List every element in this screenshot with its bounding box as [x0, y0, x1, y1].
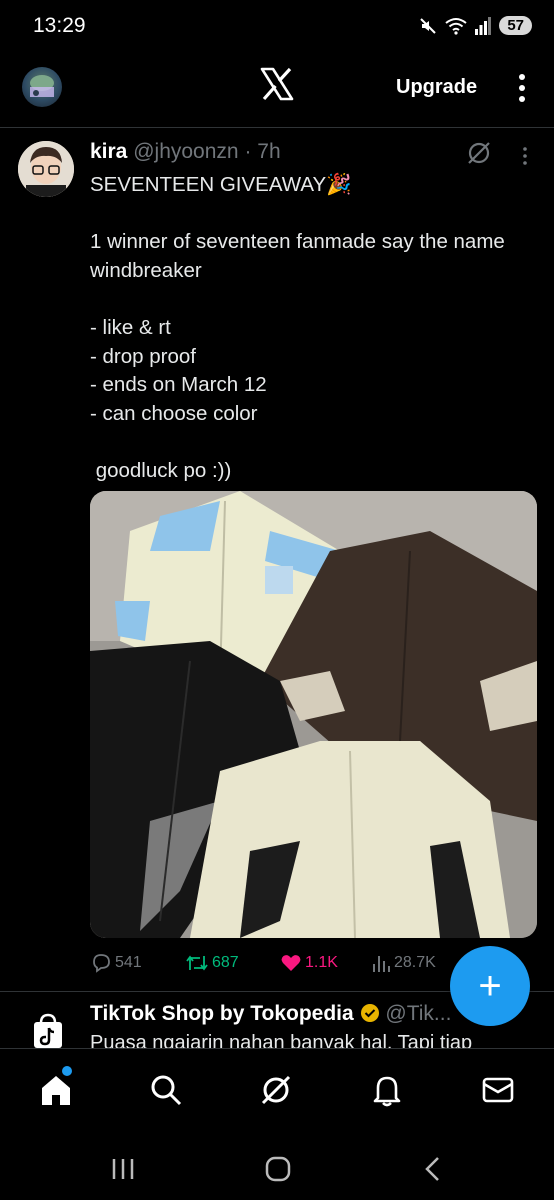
bottom-nav	[0, 1048, 554, 1133]
grok-icon[interactable]	[466, 140, 492, 166]
author-avatar[interactable]	[18, 141, 74, 197]
separator: ·	[238, 140, 258, 163]
windbreakers-photo	[90, 491, 537, 938]
tweet-time[interactable]: 7h	[257, 140, 280, 163]
tweet-line	[90, 285, 542, 314]
verified-badge-icon	[360, 1004, 379, 1022]
messages-envelope-icon[interactable]	[481, 1073, 515, 1107]
x-logo-icon[interactable]	[259, 66, 295, 102]
back-icon[interactable]	[418, 1154, 448, 1184]
system-navigation-bar	[0, 1132, 554, 1200]
tweet-media-image[interactable]	[90, 491, 537, 938]
home-icon[interactable]	[39, 1073, 73, 1107]
repost-button[interactable]: 687	[185, 952, 239, 974]
views-button[interactable]: 28.7K	[371, 952, 436, 974]
upgrade-button[interactable]: Upgrade	[396, 76, 477, 99]
tweet-more-icon[interactable]	[521, 146, 529, 166]
reply-button[interactable]: 541	[90, 952, 142, 974]
heart-icon	[281, 955, 301, 971]
tweet2-header: TikTok Shop by Tokopedia @Tik...	[90, 1002, 451, 1026]
wifi-icon	[445, 17, 467, 35]
reply-count: 541	[115, 954, 142, 971]
header-divider	[0, 127, 554, 128]
author-name[interactable]: kira	[90, 140, 127, 163]
tweet-line: - ends on March 12	[90, 373, 267, 397]
tweet-line: - like & rt	[90, 315, 171, 339]
status-time: 13:29	[33, 14, 86, 37]
author-handle[interactable]: @jhyoonzn	[133, 140, 238, 163]
tweet-line: SEVENTEEN GIVEAWAY🎉	[90, 173, 352, 196]
home-notification-dot	[62, 1066, 72, 1076]
repost-count: 687	[212, 954, 239, 971]
tweet-line: goodluck po :))	[90, 458, 232, 482]
tweet-line: - drop proof	[90, 344, 196, 368]
home-system-icon[interactable]	[263, 1154, 293, 1184]
compose-plus-icon: +	[478, 963, 502, 1008]
views-icon	[373, 956, 390, 972]
notifications-bell-icon[interactable]	[370, 1073, 404, 1107]
tiktok-shop-icon[interactable]	[33, 1013, 63, 1049]
author-avatar-image	[18, 141, 74, 197]
tweet-line: 1 winner of seventeen fanmade say the na…	[90, 230, 511, 282]
search-icon[interactable]	[149, 1073, 183, 1107]
tweet-line	[90, 200, 542, 229]
recent-apps-icon[interactable]	[108, 1154, 138, 1184]
tweet-line: - can choose color	[90, 401, 258, 425]
reply-icon	[93, 954, 110, 973]
grok-nav-icon[interactable]	[259, 1073, 293, 1107]
repost-icon	[186, 955, 208, 971]
battery-indicator: 57	[499, 16, 532, 35]
tweet-text: SEVENTEEN GIVEAWAY🎉 1 winner of seventee…	[90, 171, 542, 486]
tweet-line	[90, 428, 542, 457]
tweet2-handle[interactable]: @Tik...	[385, 1002, 451, 1025]
views-count: 28.7K	[394, 954, 436, 971]
profile-avatar[interactable]	[22, 67, 62, 107]
like-count: 1.1K	[305, 954, 338, 971]
avatar-image	[30, 75, 54, 97]
status-icons: 57	[419, 16, 532, 35]
mute-icon	[420, 17, 437, 34]
signal-icon	[475, 16, 492, 35]
tweet2-text: Puasa ngajarin nahan banyak hal. Tapi ti…	[90, 1032, 473, 1048]
tweet2-author-name[interactable]: TikTok Shop by Tokopedia	[90, 1002, 354, 1025]
like-button[interactable]: 1.1K	[280, 952, 338, 974]
tweet-header: kira @jhyoonzn · 7h	[90, 140, 281, 164]
compose-button[interactable]: +	[450, 946, 530, 1026]
more-vertical-icon[interactable]	[513, 70, 531, 106]
